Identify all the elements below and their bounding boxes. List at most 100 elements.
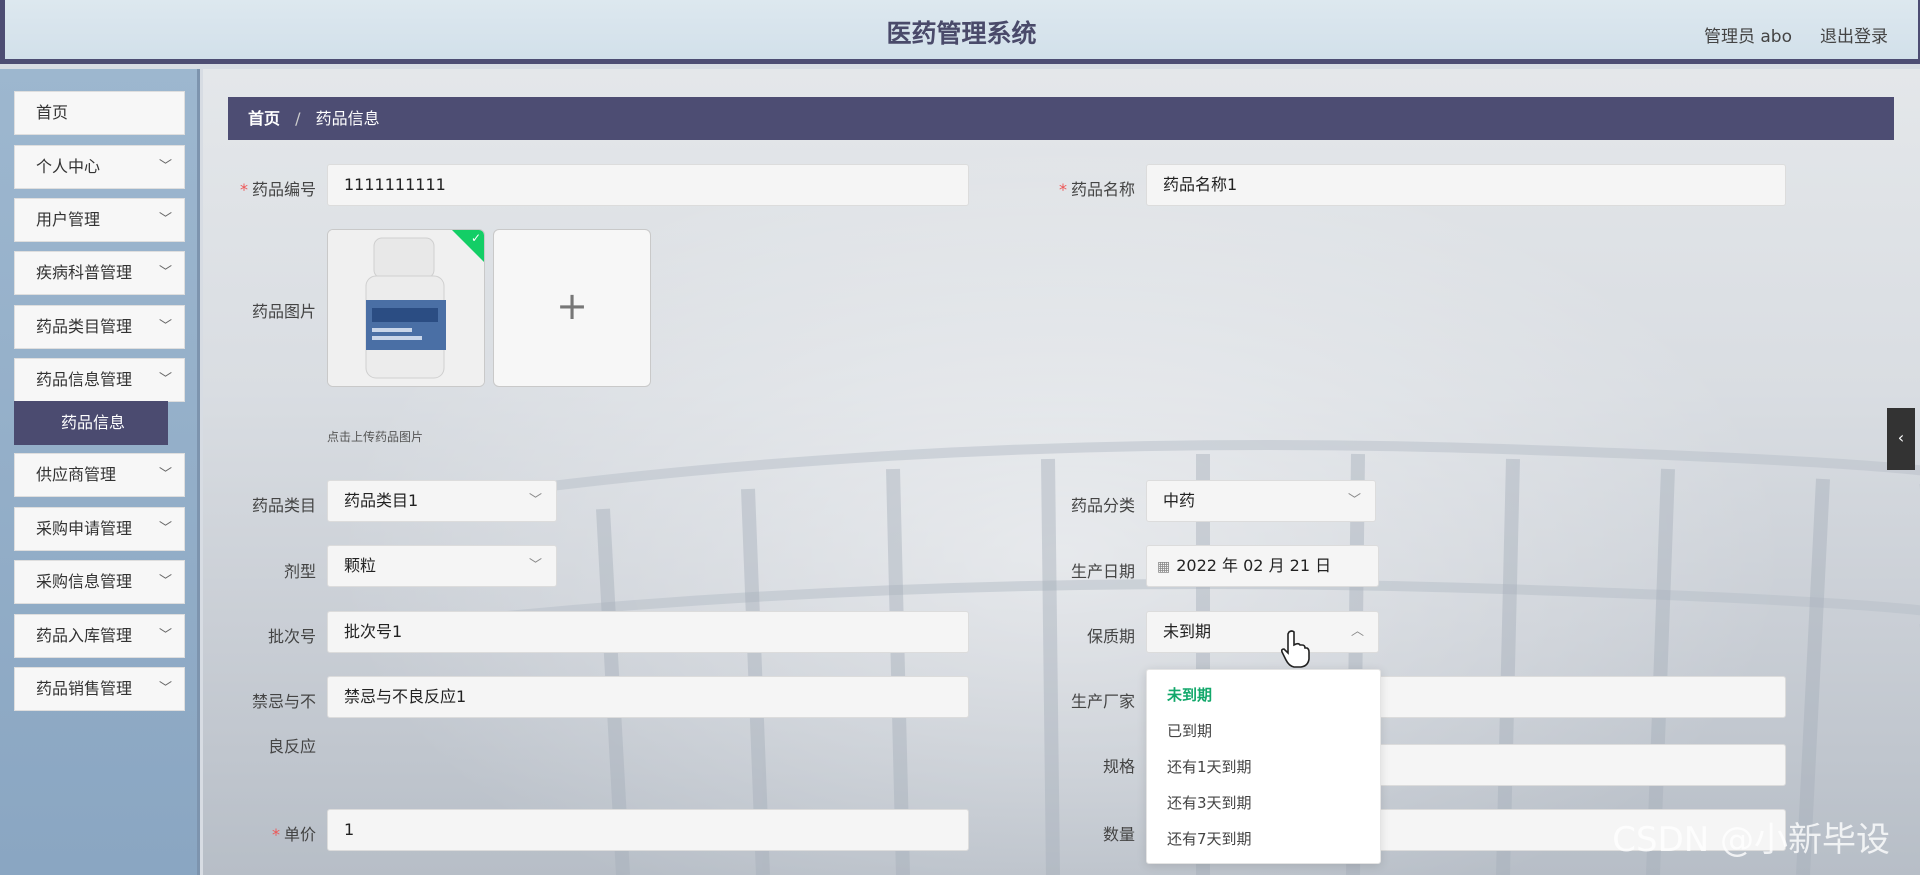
price-input[interactable]: 1 [327,809,969,851]
sidebar-item-supplier[interactable]: 供应商管理 ﹀ [14,453,185,497]
chevron-down-icon: ﹀ [158,212,172,227]
sidebar-item-disease[interactable]: 疾病科普管理 ﹀ [14,251,185,295]
sidebar-item-label: 首页 [36,103,69,122]
chevron-down-icon: ﹀ [528,558,542,573]
main-content: 首页 / 药品信息 * 药品编号 1111111111 * 药品名称 药品名称1 药… [203,69,1920,875]
sidebar-item-label: 药品信息管理 [36,370,133,389]
taboo-label-cont: 良反应 [267,737,316,756]
price-label: * 单价 [226,821,316,845]
hand-cursor-icon [1280,630,1310,668]
sidebar-item-label: 采购信息管理 [36,572,133,591]
code-input[interactable]: 1111111111 [327,164,969,206]
shelf-life-value: 未到期 [1163,622,1212,641]
logout-link[interactable]: 退出登录 [1820,22,1888,47]
check-icon: ✓ [470,231,481,245]
sidebar-item-label: 供应商管理 [36,465,117,484]
code-label: * 药品编号 [226,176,316,200]
sidebar-item-label: 疾病科普管理 [36,263,133,282]
image-upload-button[interactable]: + [493,229,651,387]
sidebar-item-home[interactable]: 首页 [14,91,185,135]
sidebar-item-stock-in[interactable]: 药品入库管理 ﹀ [14,614,185,658]
sidebar-item-purchase-request[interactable]: 采购申请管理 ﹀ [14,507,185,551]
chevron-down-icon: ﹀ [158,628,172,643]
uploaded-image-thumbnail[interactable]: ✓ [327,229,485,387]
class-select[interactable]: 中药 ﹀ [1146,480,1376,522]
sidebar-item-users[interactable]: 用户管理 ﹀ [14,198,185,242]
batch-input[interactable]: 批次号1 [327,611,969,653]
shelf-life-dropdown: 未到期 已到期 还有1天到期 还有3天到期 还有7天到期 [1146,669,1381,864]
taboo-input[interactable]: 禁忌与不良反应1 [327,676,969,718]
chevron-up-icon: ︿ [1350,624,1364,639]
required-mark: * [1058,180,1067,199]
chevron-down-icon: ﹀ [1347,493,1361,508]
manufacturer-label: 生产厂家 [1070,692,1135,711]
breadcrumb-current: 药品信息 [315,109,380,128]
sidebar-item-label: 个人中心 [36,157,101,176]
dosage-form-value: 颗粒 [344,556,377,575]
shelf-option-1-day[interactable]: 还有1天到期 [1147,749,1380,785]
batch-label: 批次号 [267,627,316,646]
shelf-option-not-expired[interactable]: 未到期 [1147,677,1380,713]
shelf-life-select[interactable]: 未到期 ︿ [1146,611,1379,653]
chevron-down-icon: ﹀ [158,265,172,280]
sidebar: 首页 个人中心 ﹀ 用户管理 ﹀ 疾病科普管理 ﹀ 药品类目管理 ﹀ 药品信息管… [0,69,200,875]
sidebar-item-purchase-info[interactable]: 采购信息管理 ﹀ [14,560,185,604]
category-select[interactable]: 药品类目1 ﹀ [327,480,557,522]
category-label: 药品类目 [251,496,316,515]
chevron-down-icon: ﹀ [528,493,542,508]
chevron-down-icon: ﹀ [158,319,172,334]
sidebar-subitem-drug-info[interactable]: 药品信息 [14,401,168,445]
sidebar-item-drug-category[interactable]: 药品类目管理 ﹀ [14,305,185,349]
chevron-down-icon: ﹀ [158,372,172,387]
plus-icon: + [556,284,588,328]
sidebar-item-label: 采购申请管理 [36,519,133,538]
shelf-life-label: 保质期 [1086,627,1135,646]
calendar-icon: ▦ [1157,559,1171,575]
chevron-down-icon: ﹀ [158,521,172,536]
shelf-option-expired[interactable]: 已到期 [1147,713,1380,749]
breadcrumb-separator: / [295,109,301,128]
production-date-label: 生产日期 [1070,562,1135,581]
class-value: 中药 [1163,491,1196,510]
image-label: 药品图片 [251,302,316,321]
sidebar-item-label: 药品信息 [61,413,126,432]
production-date-value: 2022 年 02 月 21 日 [1176,556,1332,575]
code-label-text: 药品编号 [251,180,316,199]
breadcrumb: 首页 / 药品信息 [228,97,1894,140]
sidebar-item-label: 药品入库管理 [36,626,133,645]
app-header: 医药管理系统 管理员 abo 退出登录 [0,0,1920,64]
current-user: 管理员 abo [1703,27,1792,47]
chevron-down-icon: ﹀ [158,681,172,696]
class-label: 药品分类 [1070,496,1135,515]
sidebar-item-drug-info[interactable]: 药品信息管理 ﹀ [14,358,185,402]
dosage-form-label: 剂型 [283,562,316,581]
category-value: 药品类目1 [344,491,419,510]
shelf-option-3-days[interactable]: 还有3天到期 [1147,785,1380,821]
production-date-picker[interactable]: ▦ 2022 年 02 月 21 日 [1146,545,1379,587]
sidebar-item-label: 药品销售管理 [36,679,133,698]
chevron-down-icon: ﹀ [158,574,172,589]
shelf-option-7-days[interactable]: 还有7天到期 [1147,821,1380,857]
chevron-down-icon: ﹀ [158,159,172,174]
chevron-down-icon: ﹀ [158,467,172,482]
collapse-toggle-button[interactable]: ‹ [1887,408,1915,470]
name-label-text: 药品名称 [1070,180,1135,199]
sidebar-item-personal-center[interactable]: 个人中心 ﹀ [14,145,185,189]
required-mark: * [271,825,280,844]
name-label: * 药品名称 [1045,176,1135,200]
sidebar-item-sales[interactable]: 药品销售管理 ﹀ [14,667,185,711]
spec-label: 规格 [1102,757,1135,776]
required-mark: * [239,180,248,199]
watermark: CSDN @小新毕设 [1612,820,1890,860]
price-label-text: 单价 [283,825,316,844]
sidebar-item-label: 用户管理 [36,210,101,229]
dosage-form-select[interactable]: 颗粒 ﹀ [327,545,557,587]
app-title: 医药管理系统 [886,19,1037,48]
name-input[interactable]: 药品名称1 [1146,164,1786,206]
sidebar-item-label: 药品类目管理 [36,317,133,336]
image-upload-tip: 点击上传药品图片 [327,430,424,444]
taboo-label: 禁忌与不 [251,692,316,711]
chevron-left-icon: ‹ [1897,428,1905,447]
quantity-label: 数量 [1102,825,1135,844]
breadcrumb-home[interactable]: 首页 [248,109,280,128]
